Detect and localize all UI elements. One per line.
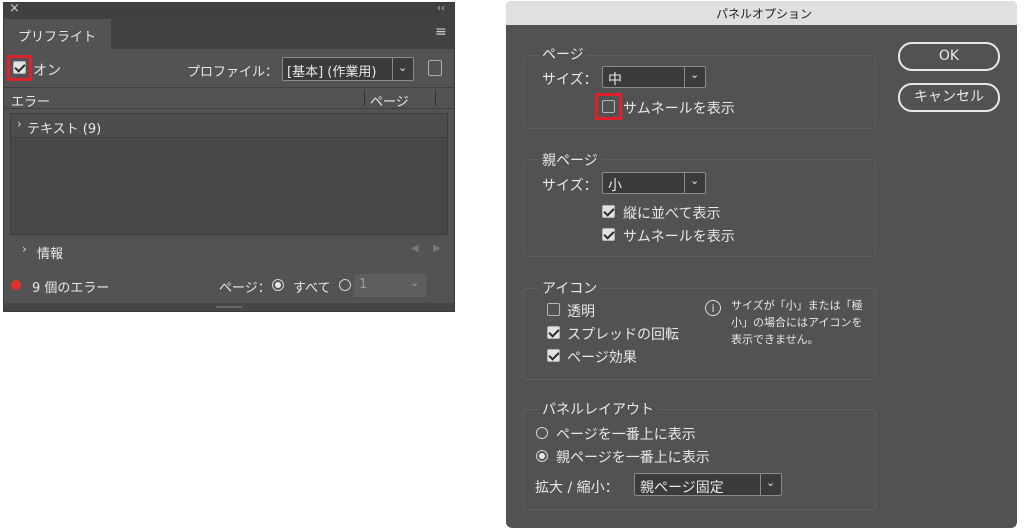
- transparency-checkbox[interactable]: [547, 303, 560, 316]
- next-arrow-icon[interactable]: ▶: [433, 243, 441, 254]
- error-status-dot: [11, 280, 21, 290]
- column-header-row: エラー ページ: [4, 87, 454, 110]
- master-size-value: 小: [608, 178, 622, 194]
- resize-handle[interactable]: [4, 303, 454, 311]
- masters-on-top-radio[interactable]: [536, 450, 548, 462]
- chevron-down-icon: ⌄: [684, 173, 705, 193]
- pages-on-top-radio[interactable]: [536, 427, 548, 439]
- page-size-dropdown[interactable]: 中 ⌄: [602, 66, 706, 88]
- profile-label: プロファイル：: [187, 65, 279, 80]
- error-row[interactable]: › テキスト (9): [11, 114, 447, 138]
- panel-options-dialog: パネルオプション OK キャンセル ページ サイズ： 中 ⌄ サムネールを表示 …: [506, 1, 1017, 528]
- master-size-dropdown[interactable]: 小 ⌄: [602, 172, 706, 194]
- tab-preflight[interactable]: プリフライト: [4, 19, 111, 49]
- define-profile-icon[interactable]: [428, 60, 442, 76]
- info-label: 情報: [37, 247, 64, 262]
- page-size-label: サイズ：: [542, 72, 598, 88]
- page-effects-checkbox[interactable]: [547, 349, 560, 362]
- pages-on-top-label: ページを一番上に表示: [556, 427, 696, 443]
- error-row-label: テキスト (9): [27, 122, 102, 137]
- layout-group-title: パネルレイアウト: [539, 399, 657, 419]
- chevron-down-icon: ⌄: [410, 276, 420, 289]
- column-error: エラー: [11, 95, 51, 110]
- preflight-panel: × ‹‹ プリフライト ≡ オン プロファイル： [基本] (作業用) ⌄ エラ…: [3, 1, 455, 312]
- dialog-title: パネルオプション: [716, 7, 813, 21]
- page-group-title: ページ: [539, 44, 587, 64]
- page-label: ページ：: [219, 281, 271, 296]
- collapse-icon[interactable]: ‹‹: [437, 3, 445, 14]
- page-effects-label: ページ効果: [567, 350, 637, 366]
- profile-value: [基本] (作業用): [287, 65, 377, 80]
- panel-menu-icon[interactable]: ≡: [435, 24, 447, 40]
- info-icon: i: [705, 300, 721, 316]
- zoom-label: 拡大 / 縮小：: [535, 480, 619, 496]
- page-range-field[interactable]: 1 ⌄: [354, 274, 426, 297]
- page-range-radio[interactable]: [339, 279, 351, 291]
- master-group-title: 親ページ: [539, 150, 601, 170]
- on-checkbox[interactable]: [13, 61, 26, 74]
- page-thumbnail-label: サムネールを表示: [623, 101, 735, 117]
- cancel-button[interactable]: キャンセル: [898, 83, 1000, 112]
- master-size-label: サイズ：: [542, 178, 598, 194]
- masters-on-top-label: 親ページを一番上に表示: [556, 450, 710, 466]
- master-thumbnail-checkbox[interactable]: [602, 228, 615, 241]
- ok-button[interactable]: OK: [898, 42, 1000, 71]
- error-list[interactable]: › テキスト (9): [10, 113, 448, 235]
- master-vertical-checkbox[interactable]: [602, 205, 615, 218]
- master-thumbnail-label: サムネールを表示: [623, 229, 735, 245]
- page-thumbnail-checkbox[interactable]: [602, 100, 615, 113]
- error-count: 9 個のエラー: [32, 281, 110, 296]
- icon-note-line-2: 小」の場合にはアイコンを: [731, 316, 863, 329]
- panel-title-bar: × ‹‹: [4, 1, 454, 19]
- close-icon[interactable]: ×: [9, 1, 20, 16]
- zoom-value: 親ページ固定: [640, 480, 724, 496]
- spread-rotation-label: スプレッドの回転: [567, 327, 679, 343]
- cancel-label: キャンセル: [914, 89, 984, 105]
- icon-group-title: アイコン: [539, 278, 601, 298]
- icon-note-line-1: サイズが「小」または「極: [731, 299, 863, 312]
- ok-label: OK: [938, 48, 960, 64]
- page-range-value: 1: [359, 277, 368, 292]
- page-size-value: 中: [608, 72, 622, 88]
- on-label: オン: [33, 63, 61, 79]
- master-vertical-label: 縦に並べて表示: [623, 206, 721, 222]
- icon-note-line-3: 表示できません。: [731, 333, 819, 346]
- chevron-down-icon: ⌄: [760, 474, 781, 495]
- tab-label: プリフライト: [18, 30, 97, 45]
- page-all-label: すべて: [293, 281, 331, 296]
- zoom-dropdown[interactable]: 親ページ固定 ⌄: [634, 473, 782, 496]
- page-all-radio[interactable]: [272, 279, 284, 291]
- transparency-label: 透明: [567, 304, 595, 320]
- spread-rotation-checkbox[interactable]: [547, 326, 560, 339]
- dialog-title-bar: パネルオプション: [506, 1, 1017, 25]
- info-chevron-icon[interactable]: ›: [22, 242, 27, 256]
- chevron-down-icon: ⌄: [392, 58, 413, 80]
- prev-arrow-icon[interactable]: ◀: [411, 243, 419, 254]
- chevron-down-icon: ⌄: [684, 67, 705, 87]
- expand-chevron-icon[interactable]: ›: [17, 117, 22, 131]
- profile-dropdown[interactable]: [基本] (作業用) ⌄: [282, 57, 414, 81]
- column-page: ページ: [370, 95, 409, 110]
